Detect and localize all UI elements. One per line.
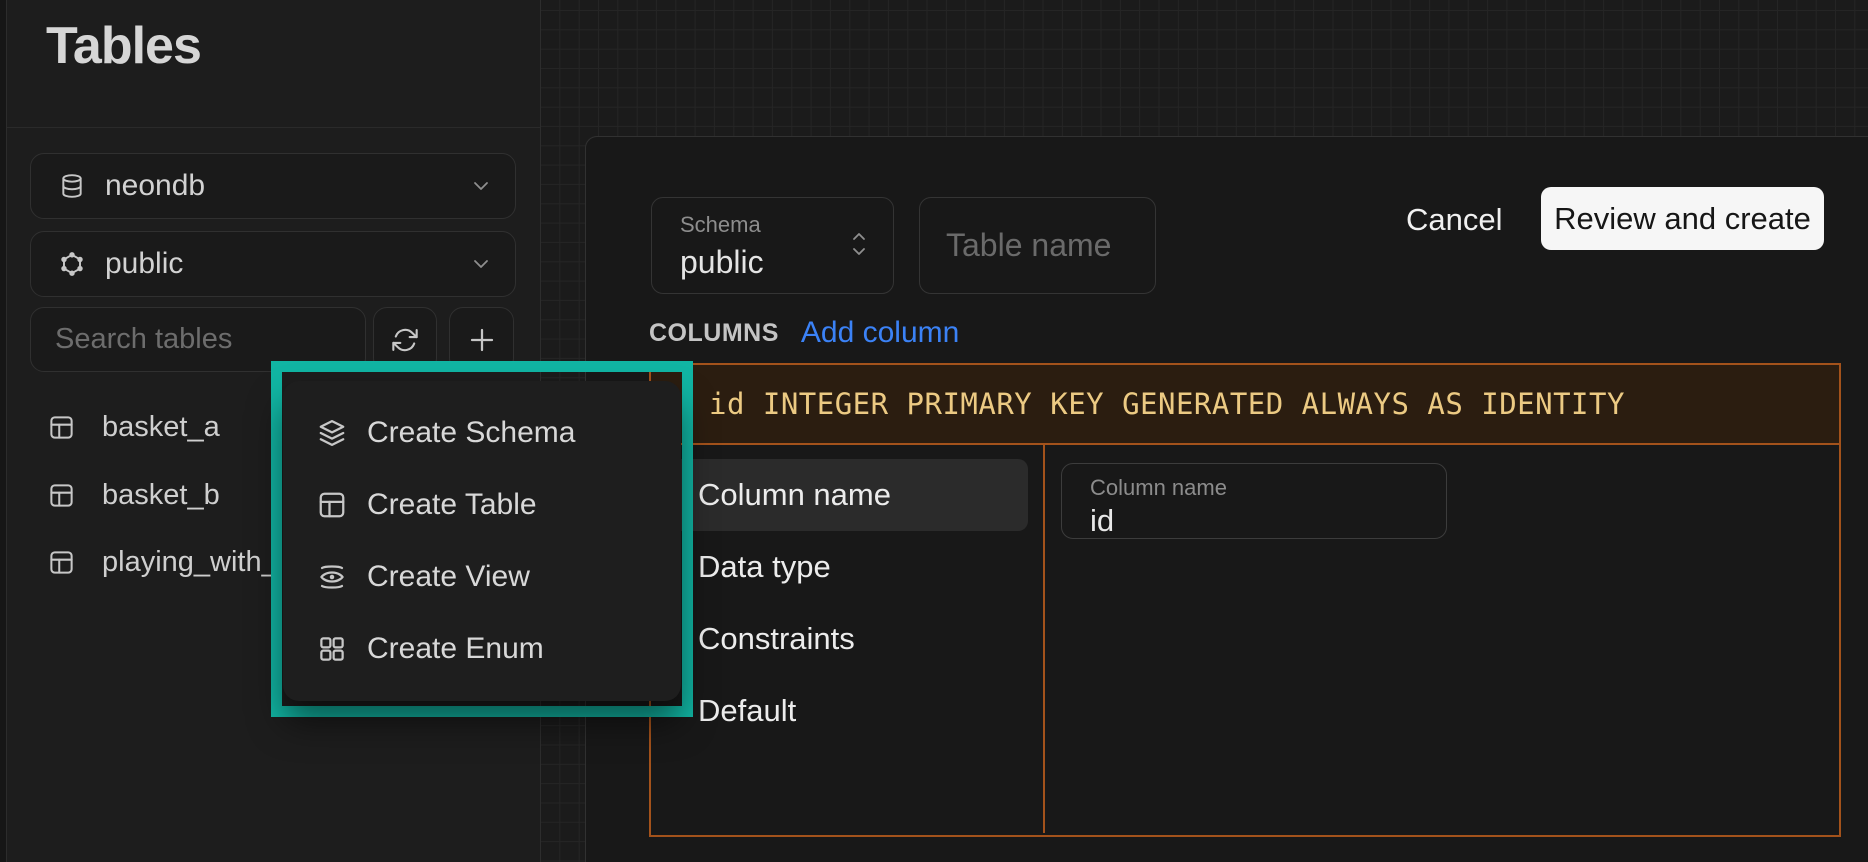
database-icon xyxy=(59,173,85,199)
page-title: Tables xyxy=(46,16,201,76)
menu-item-create-schema[interactable]: Create Schema xyxy=(283,397,681,469)
table-icon xyxy=(317,490,347,520)
chevron-down-icon xyxy=(469,174,493,198)
enum-icon xyxy=(317,634,347,664)
tab-label: Default xyxy=(698,693,796,729)
tab-label: Column name xyxy=(698,477,891,513)
tab-column-name[interactable]: Column name xyxy=(661,459,1028,531)
search-tables-input[interactable] xyxy=(30,307,366,372)
schema-field-value: public xyxy=(680,244,873,281)
column-name-input[interactable] xyxy=(1090,503,1420,539)
column-name-field-label: Column name xyxy=(1090,475,1446,501)
column-editor-container: id INTEGER PRIMARY KEY GENERATED ALWAYS … xyxy=(649,363,1841,837)
create-menu: Create Schema Create Table Create View C… xyxy=(283,381,681,701)
table-icon xyxy=(48,549,75,576)
menu-item-create-table[interactable]: Create Table xyxy=(283,469,681,541)
layers-icon xyxy=(317,418,347,448)
column-tabs: Column name Data type Constraints Defaul… xyxy=(651,445,1043,833)
columns-header: COLUMNS Add column xyxy=(649,317,959,349)
table-name-label: basket_b xyxy=(102,479,220,512)
tab-default[interactable]: Default xyxy=(661,675,1028,747)
refresh-tables-button[interactable] xyxy=(373,307,437,372)
database-select[interactable]: neondb xyxy=(30,153,516,219)
menu-item-label: Create Enum xyxy=(367,632,544,666)
sidebar-divider xyxy=(7,127,540,128)
table-name-label: playing_with_ xyxy=(102,546,278,579)
schema-select[interactable]: public xyxy=(30,231,516,297)
cancel-button[interactable]: Cancel xyxy=(1396,189,1513,251)
table-name-input[interactable] xyxy=(919,197,1156,294)
schema-select-value: public xyxy=(105,247,469,281)
add-table-button[interactable] xyxy=(449,307,514,372)
tab-label: Constraints xyxy=(698,621,855,657)
table-icon xyxy=(48,482,75,509)
menu-item-create-view[interactable]: Create View xyxy=(283,541,681,613)
review-and-create-button[interactable]: Review and create xyxy=(1541,187,1824,250)
menu-item-label: Create Schema xyxy=(367,416,575,450)
columns-title: COLUMNS xyxy=(649,319,779,348)
column-sql-preview[interactable]: id INTEGER PRIMARY KEY GENERATED ALWAYS … xyxy=(651,365,1839,445)
menu-item-label: Create Table xyxy=(367,488,537,522)
add-column-link[interactable]: Add column xyxy=(801,316,959,350)
schema-icon xyxy=(59,251,85,277)
column-form: Column name xyxy=(1045,445,1839,833)
refresh-icon xyxy=(391,326,419,354)
chevron-down-icon xyxy=(469,252,493,276)
column-name-field[interactable]: Column name xyxy=(1061,463,1447,539)
menu-item-label: Create View xyxy=(367,560,530,594)
tab-constraints[interactable]: Constraints xyxy=(661,603,1028,675)
menu-item-create-enum[interactable]: Create Enum xyxy=(283,613,681,685)
create-table-panel: Schema public Cancel Review and create C… xyxy=(585,136,1868,862)
database-select-value: neondb xyxy=(105,169,469,203)
schema-field-select[interactable]: Schema public xyxy=(651,197,894,294)
table-name-label: basket_a xyxy=(102,411,220,444)
tab-data-type[interactable]: Data type xyxy=(661,531,1028,603)
plus-icon xyxy=(467,325,497,355)
tab-label: Data type xyxy=(698,549,831,585)
view-icon xyxy=(317,562,347,592)
table-icon xyxy=(48,414,75,441)
schema-field-label: Schema xyxy=(680,212,873,238)
chevron-up-down-icon xyxy=(847,226,871,262)
